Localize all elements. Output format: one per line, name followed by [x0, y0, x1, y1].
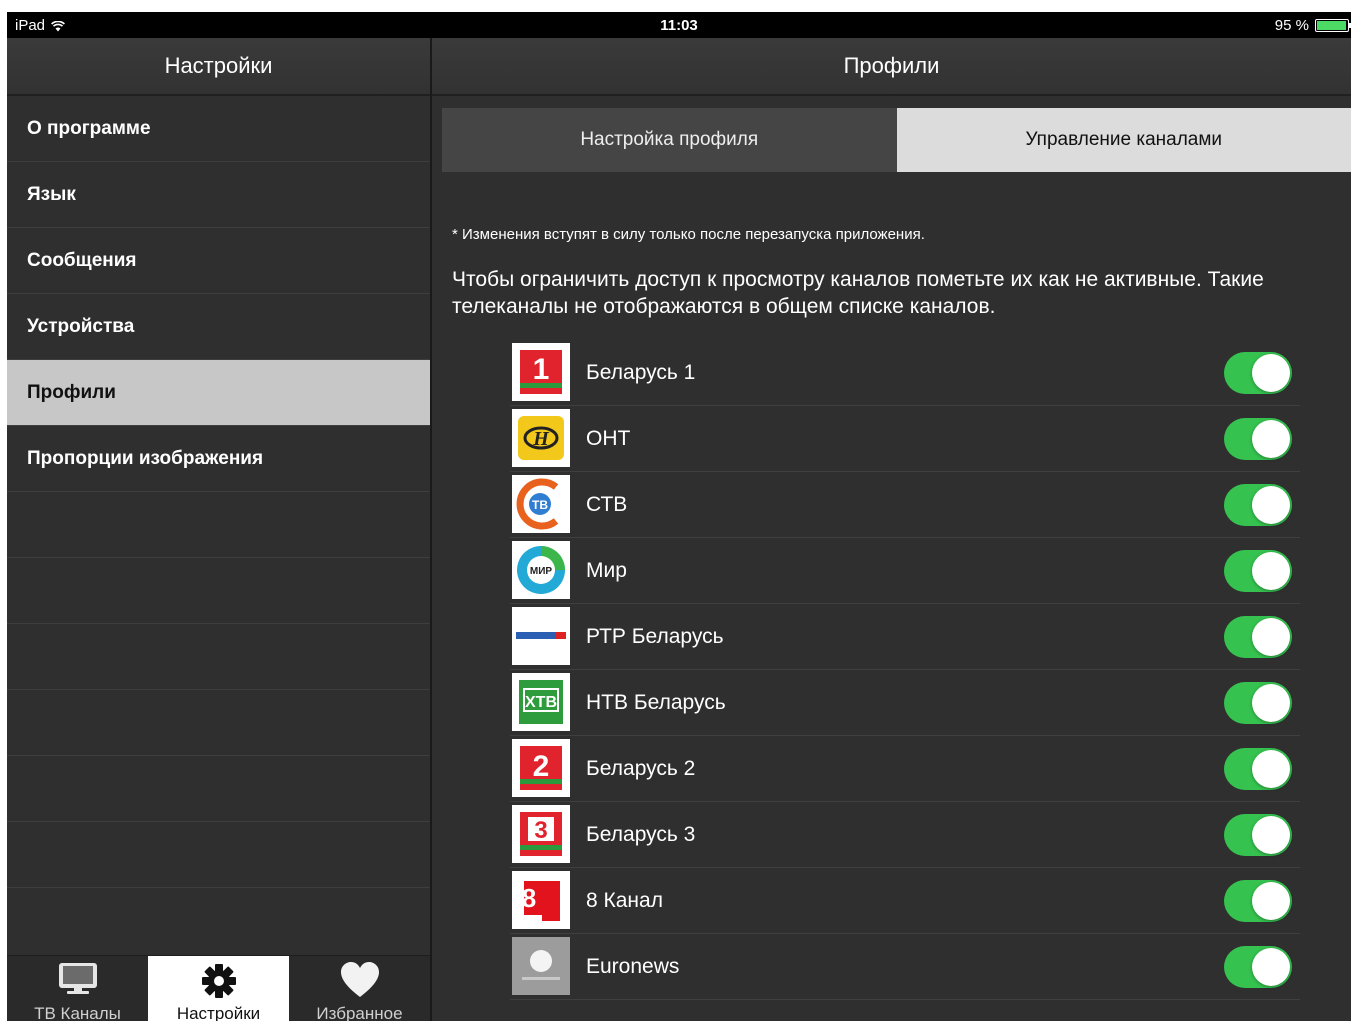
svg-text:МИР: МИР: [530, 566, 553, 577]
battery-icon: [1315, 19, 1351, 32]
sidebar-item-profiles[interactable]: Профили: [7, 360, 430, 426]
sidebar-item-label: Устройства: [27, 315, 135, 337]
channel-toggle[interactable]: [1224, 550, 1292, 592]
sidebar-item-label: О программе: [27, 117, 151, 139]
channel-name: Euronews: [586, 955, 680, 978]
segment-label: Управление каналами: [1025, 129, 1223, 150]
channel-row: МИР Мир: [510, 538, 1300, 604]
heart-icon: [340, 962, 379, 997]
svg-text:8: 8: [522, 883, 536, 913]
tab-label: Избранное: [316, 1004, 403, 1021]
clock: 11:03: [660, 17, 698, 34]
channel-name: Беларусь 2: [586, 757, 696, 780]
channel-name: 8 Канал: [586, 889, 663, 912]
tab-tv-channels[interactable]: ТВ Каналы: [7, 956, 148, 1021]
8kanal-logo: 8: [512, 871, 570, 929]
description-text: Чтобы ограничить доступ к просмотру кана…: [452, 266, 1351, 320]
tab-bar: ТВ Каналы Настройки Избранное: [7, 955, 430, 1021]
channel-toggle[interactable]: [1224, 352, 1292, 394]
channel-toggle[interactable]: [1224, 682, 1292, 724]
segment-profile-settings[interactable]: Настройка профиля: [442, 108, 897, 172]
channel-toggle[interactable]: [1224, 814, 1292, 856]
sidebar-empty-row: [7, 558, 430, 624]
sidebar-item-messages[interactable]: Сообщения: [7, 228, 430, 294]
channel-toggle[interactable]: [1224, 418, 1292, 460]
channel-row: Euronews: [510, 934, 1300, 1000]
channel-toggle[interactable]: [1224, 484, 1292, 526]
restart-note: * Изменения вступят в силу только после …: [452, 226, 925, 243]
belarus2-logo: 2: [512, 739, 570, 797]
description-line: Чтобы ограничить доступ к просмотру кана…: [452, 268, 1264, 291]
tab-settings[interactable]: Настройки: [148, 956, 289, 1021]
ont-logo: H: [512, 409, 570, 467]
rtr-logo: [512, 607, 570, 665]
channel-toggle[interactable]: [1224, 616, 1292, 658]
segmented-control: Настройка профиля Управление каналами: [442, 108, 1351, 172]
channel-row: 2 Беларусь 2: [510, 736, 1300, 802]
sidebar-empty-row: [7, 822, 430, 888]
svg-text:H: H: [532, 428, 550, 450]
channel-toggle[interactable]: [1224, 748, 1292, 790]
channel-toggle[interactable]: [1224, 880, 1292, 922]
euronews-logo: [512, 937, 570, 995]
channel-row: 3 Беларусь 3: [510, 802, 1300, 868]
app-frame: iPad 11:03 95 % Настройки О программе Яз…: [7, 12, 1351, 1021]
svg-text:2: 2: [533, 750, 550, 783]
channel-row: 1 Беларусь 1: [510, 340, 1300, 406]
sidebar-item-aspect-ratio[interactable]: Пропорции изображения: [7, 426, 430, 492]
sidebar-item-label: Профили: [27, 381, 116, 403]
belarus3-logo: 3: [512, 805, 570, 863]
sidebar-item-about[interactable]: О программе: [7, 96, 430, 162]
tab-favorites[interactable]: Избранное: [289, 956, 430, 1021]
channel-name: СТВ: [586, 493, 628, 516]
channel-row: H ОНТ: [510, 406, 1300, 472]
gear-icon: [201, 964, 236, 998]
channel-name: НТВ Беларусь: [586, 691, 726, 714]
description-line: телеканалы не отображаются в общем списк…: [452, 295, 996, 318]
page-title: Профили: [432, 38, 1351, 96]
ctv-logo: ТВ: [512, 475, 570, 533]
mir-logo: МИР: [512, 541, 570, 599]
sidebar-item-label: Язык: [27, 183, 76, 205]
sidebar-empty-row: [7, 756, 430, 822]
svg-text:ТВ: ТВ: [532, 498, 548, 512]
channel-list: 1 Беларусь 1 H ОНТ ТВ СТВ МИР Мир РТР Бе…: [510, 340, 1300, 1000]
sidebar-empty-row: [7, 492, 430, 558]
channel-name: ОНТ: [586, 427, 631, 450]
sidebar-item-label: Пропорции изображения: [27, 447, 264, 469]
svg-text:ХТВ: ХТВ: [525, 694, 557, 711]
channel-row: ХТВ НТВ Беларусь: [510, 670, 1300, 736]
channel-name: Беларусь 3: [586, 823, 696, 846]
segment-label: Настройка профиля: [580, 129, 759, 150]
channel-row: РТР Беларусь: [510, 604, 1300, 670]
svg-text:3: 3: [534, 817, 547, 844]
monitor-icon: [58, 963, 97, 994]
belarus1-logo: 1: [512, 343, 570, 401]
tab-label: Настройки: [176, 1004, 261, 1021]
channel-row: 8 8 Канал: [510, 868, 1300, 934]
status-bar: iPad 11:03 95 %: [7, 12, 1351, 38]
battery-percent: 95 %: [1274, 17, 1309, 34]
sidebar-empty-row: [7, 624, 430, 690]
channel-row: ТВ СТВ: [510, 472, 1300, 538]
sidebar-item-language[interactable]: Язык: [7, 162, 430, 228]
sidebar-item-devices[interactable]: Устройства: [7, 294, 430, 360]
main-panel: Профили Настройка профиля Управление кан…: [432, 38, 1351, 1021]
sidebar-item-label: Сообщения: [27, 249, 137, 271]
sidebar-empty-row: [7, 690, 430, 756]
sidebar: Настройки О программе Язык Сообщения Уст…: [7, 38, 430, 1021]
channel-name: Мир: [586, 559, 627, 582]
ntv-logo: ХТВ: [512, 673, 570, 731]
channel-name: РТР Беларусь: [586, 625, 724, 648]
sidebar-title: Настройки: [7, 38, 430, 96]
svg-text:1: 1: [533, 353, 550, 386]
channel-toggle[interactable]: [1224, 946, 1292, 988]
channel-name: Беларусь 1: [586, 361, 696, 384]
segment-channel-management[interactable]: Управление каналами: [896, 108, 1351, 172]
tab-label: ТВ Каналы: [34, 1004, 121, 1021]
